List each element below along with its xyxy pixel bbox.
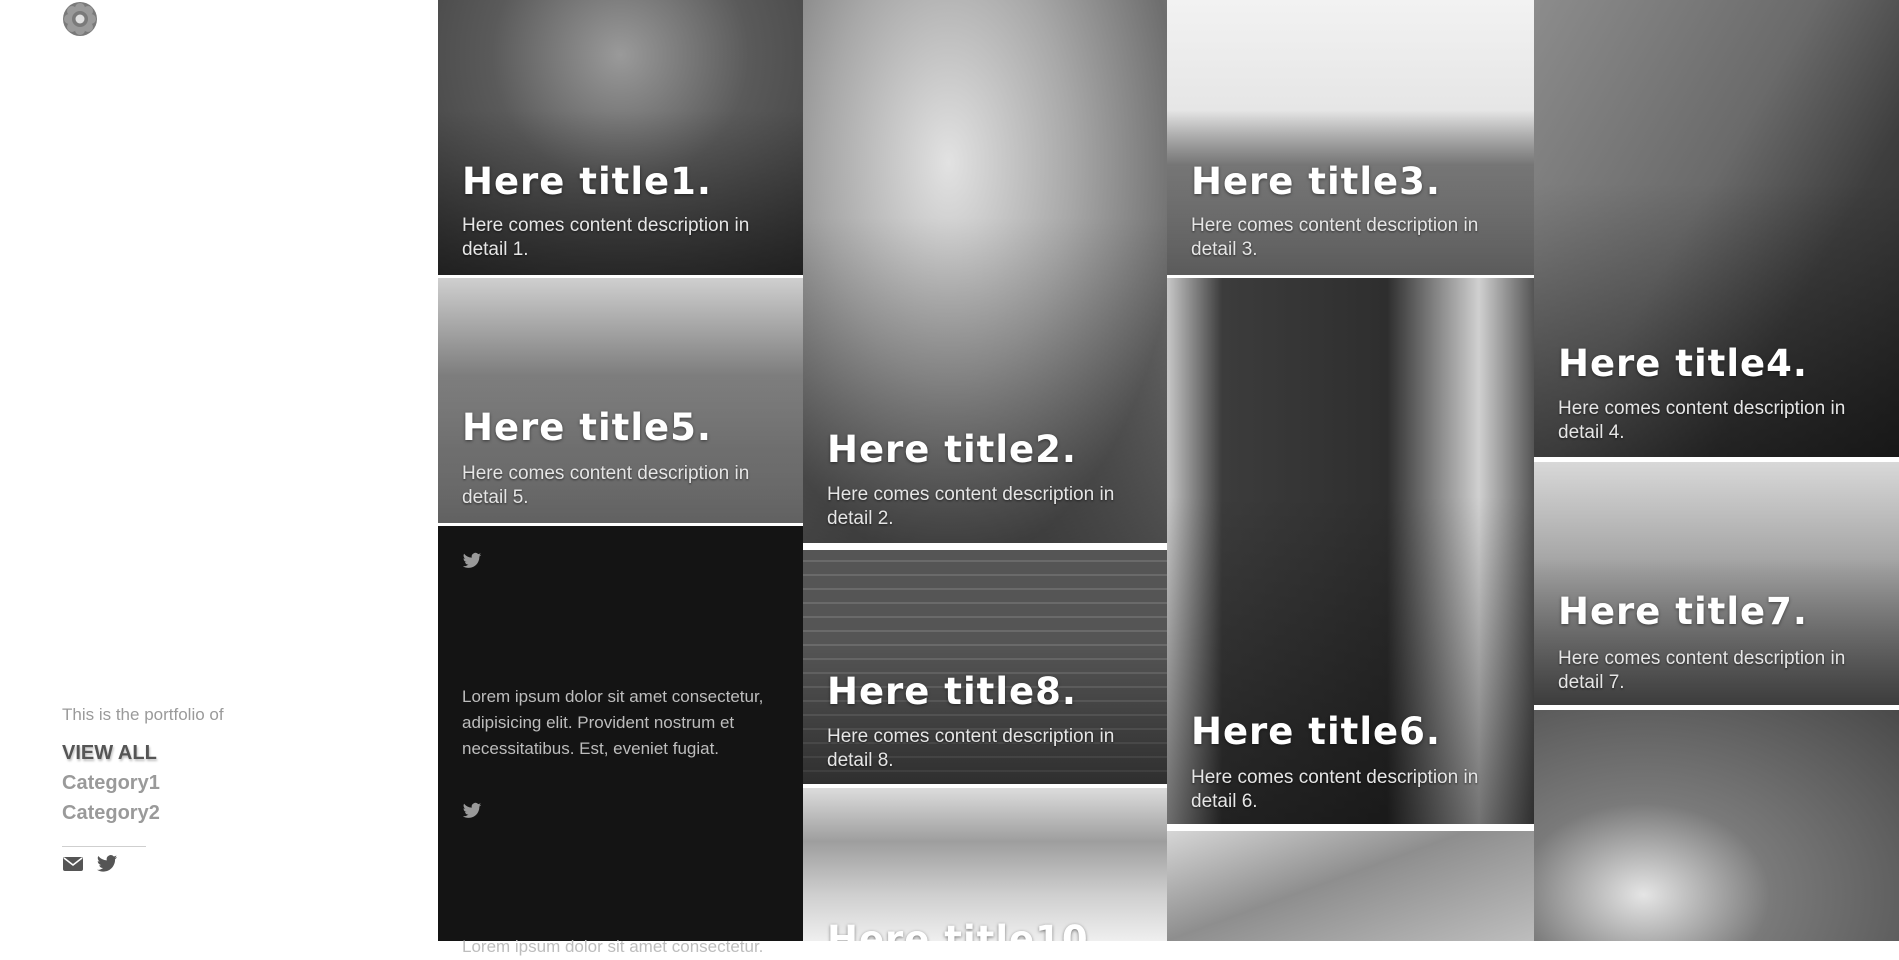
tile-title: Here title1. — [462, 160, 712, 203]
portfolio-tile-11[interactable] — [1534, 710, 1899, 941]
typewriter-image — [1167, 831, 1534, 941]
nav-category2[interactable]: Category2 — [62, 798, 160, 828]
portfolio-tile-1[interactable]: Here title1. Here comes content descript… — [438, 0, 803, 275]
twitter-icon[interactable] — [462, 552, 482, 570]
portfolio-tile-5[interactable]: Here title5. Here comes content descript… — [438, 278, 803, 523]
portfolio-tile-4[interactable]: Here title4. Here comes content descript… — [1534, 0, 1899, 457]
tile-title: Here title2. — [827, 428, 1077, 471]
category-nav: VIEW ALL Category1 Category2 — [62, 738, 160, 828]
portfolio-intro: This is the portfolio of — [62, 705, 224, 724]
tile-title: Here title10 — [827, 918, 1089, 941]
portfolio-tile-8[interactable]: Here title8. Here comes content descript… — [803, 550, 1167, 784]
tweet-text: Lorem ipsum dolor sit amet consectetur. — [462, 937, 764, 956]
tile-description: Here comes content description in detail… — [1558, 398, 1846, 443]
portfolio-tile-6[interactable]: Here title6. Here comes content descript… — [1167, 278, 1534, 824]
tile-description: Here comes content description in detail… — [1191, 767, 1479, 812]
tile-title: Here title7. — [1558, 590, 1808, 633]
twitter-icon[interactable] — [96, 854, 118, 874]
tile-title: Here title5. — [462, 406, 712, 449]
ocean-wave-image — [1534, 710, 1899, 941]
social-links — [62, 854, 118, 874]
tile-description: Here comes content description in detail… — [827, 726, 1115, 771]
twitter-icon[interactable] — [462, 802, 482, 820]
portfolio-tile-10[interactable]: Here title10 — [803, 788, 1167, 941]
tile-description: Here comes content description in detail… — [827, 484, 1115, 529]
email-icon[interactable] — [62, 854, 84, 874]
tweet-text: Lorem ipsum dolor sit amet consectetur, … — [462, 687, 764, 758]
tile-title: Here title3. — [1191, 160, 1441, 203]
twitter-feed-tile: Lorem ipsum dolor sit amet consectetur, … — [438, 526, 803, 956]
tile-title: Here title4. — [1558, 342, 1808, 385]
divider — [62, 846, 146, 847]
nav-category1[interactable]: Category1 — [62, 768, 160, 798]
sidebar: This is the portfolio of VIEW ALL Catego… — [0, 0, 438, 941]
portfolio-tile-7[interactable]: Here title7. Here comes content descript… — [1534, 462, 1899, 705]
tile-description: Here comes content description in detail… — [462, 463, 750, 508]
portfolio-tile-2[interactable]: Here title2. Here comes content descript… — [803, 0, 1167, 543]
tile-title: Here title8. — [827, 670, 1077, 713]
flower-logo-icon[interactable] — [61, 0, 99, 38]
tile-description: Here comes content description in detail… — [1558, 648, 1846, 693]
tile-title: Here title6. — [1191, 710, 1441, 753]
tile-description: Here comes content description in detail… — [1191, 215, 1479, 260]
portfolio-tile-3[interactable]: Here title3. Here comes content descript… — [1167, 0, 1534, 275]
portfolio-tile-9[interactable] — [1167, 831, 1534, 941]
nav-view-all[interactable]: VIEW ALL — [62, 738, 160, 768]
tile-description: Here comes content description in detail… — [462, 215, 750, 260]
